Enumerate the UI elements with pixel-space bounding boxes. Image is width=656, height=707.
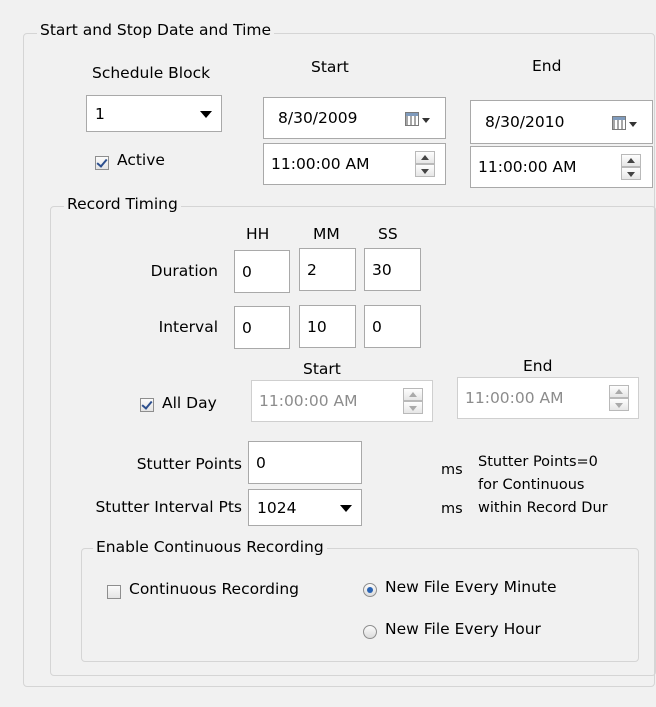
chevron-down-icon: [200, 110, 212, 118]
end-time-value: 11:00:00 AM: [478, 158, 577, 176]
stutter-interval-select[interactable]: 1024: [248, 489, 362, 526]
active-checkbox[interactable]: [95, 156, 109, 170]
end-time-spinner[interactable]: [621, 154, 641, 180]
duration-label: Duration: [150, 262, 218, 280]
record-start-header: Start: [303, 360, 341, 378]
record-end-header: End: [523, 357, 553, 375]
calendar-icon[interactable]: [405, 109, 431, 131]
active-label: Active: [117, 151, 165, 169]
end-header: End: [532, 57, 562, 75]
spin-up-icon[interactable]: [403, 388, 423, 401]
interval-mm-input[interactable]: 10: [299, 305, 356, 348]
duration-mm-input[interactable]: 2: [299, 248, 356, 291]
schedule-block-value: 1: [95, 104, 105, 123]
spin-up-icon[interactable]: [415, 151, 435, 164]
new-file-minute-radio[interactable]: [363, 583, 377, 597]
start-date-picker[interactable]: 8/30/2009: [263, 97, 446, 139]
stutter-points-label: Stutter Points: [136, 455, 242, 473]
all-day-checkbox[interactable]: [140, 398, 154, 412]
stutter-note-line: Stutter Points=0: [478, 454, 598, 470]
duration-hh-input[interactable]: 0: [234, 250, 290, 293]
end-date-value: 8/30/2010: [485, 113, 565, 131]
new-file-hour-radio[interactable]: [363, 625, 377, 639]
spin-up-icon[interactable]: [609, 385, 629, 398]
record-timing-legend: Record Timing: [64, 195, 181, 213]
interval-label: Interval: [158, 318, 218, 336]
new-file-minute-label: New File Every Minute: [385, 578, 557, 596]
ms-unit-label: ms: [441, 501, 463, 517]
duration-mm-value: 2: [307, 260, 317, 279]
start-stop-legend: Start and Stop Date and Time: [37, 21, 275, 39]
record-end-time-value: 11:00:00 AM: [465, 389, 564, 407]
spin-down-icon[interactable]: [403, 401, 423, 414]
start-date-value: 8/30/2009: [278, 109, 358, 127]
end-date-picker[interactable]: 8/30/2010: [470, 100, 653, 144]
interval-hh-input[interactable]: 0: [234, 306, 290, 349]
chevron-down-icon: [340, 504, 352, 512]
stutter-interval-label: Stutter Interval Pts: [95, 498, 242, 516]
spin-up-icon[interactable]: [621, 154, 641, 167]
ms-unit-label: ms: [441, 462, 463, 478]
continuous-recording-legend: Enable Continuous Recording: [93, 538, 327, 556]
stutter-note-line: within Record Dur: [478, 500, 608, 516]
start-header: Start: [311, 58, 349, 76]
continuous-recording-group: [81, 548, 639, 662]
duration-ss-value: 30: [372, 260, 392, 279]
calendar-icon[interactable]: [612, 113, 638, 135]
record-end-time-spinner[interactable]: [609, 385, 629, 411]
record-start-time-value: 11:00:00 AM: [259, 392, 358, 410]
spin-down-icon[interactable]: [415, 164, 435, 177]
spin-down-icon[interactable]: [621, 167, 641, 180]
hh-header: HH: [246, 225, 270, 243]
schedule-block-select[interactable]: 1: [86, 95, 222, 132]
stutter-note-line: for Continuous: [478, 477, 585, 493]
continuous-recording-label: Continuous Recording: [129, 580, 299, 598]
spin-down-icon[interactable]: [609, 398, 629, 411]
stutter-points-input[interactable]: 0: [248, 441, 362, 484]
duration-ss-input[interactable]: 30: [364, 248, 421, 291]
duration-hh-value: 0: [242, 262, 252, 281]
new-file-hour-label: New File Every Hour: [385, 620, 541, 638]
start-time-spinner[interactable]: [415, 151, 435, 177]
ss-header: SS: [378, 225, 398, 243]
interval-hh-value: 0: [242, 318, 252, 337]
interval-ss-input[interactable]: 0: [364, 305, 421, 348]
interval-ss-value: 0: [372, 317, 382, 336]
record-start-time-spinner[interactable]: [403, 388, 423, 414]
mm-header: MM: [313, 225, 340, 243]
interval-mm-value: 10: [307, 317, 327, 336]
continuous-recording-checkbox[interactable]: [107, 585, 121, 599]
start-time-value: 11:00:00 AM: [271, 155, 370, 173]
stutter-points-value: 0: [256, 453, 266, 472]
stutter-interval-value: 1024: [257, 498, 297, 517]
schedule-block-label: Schedule Block: [92, 64, 211, 82]
all-day-label: All Day: [162, 394, 217, 412]
